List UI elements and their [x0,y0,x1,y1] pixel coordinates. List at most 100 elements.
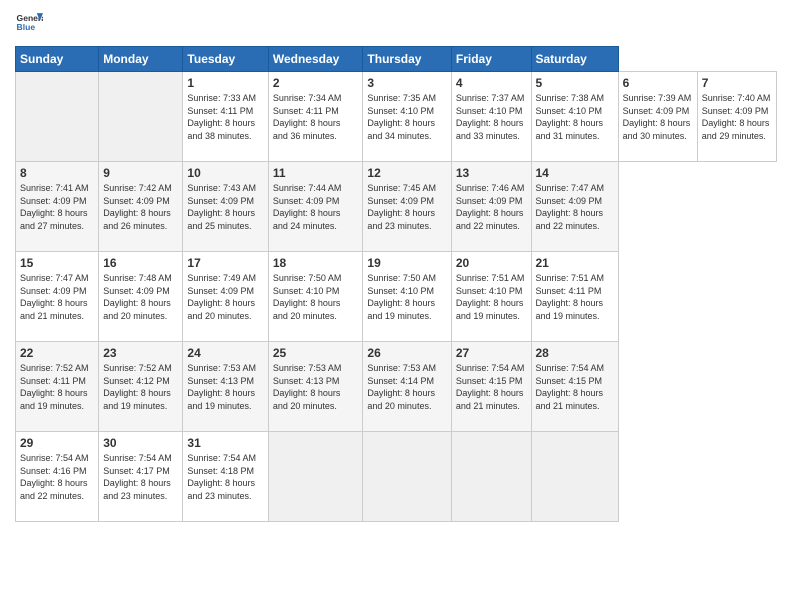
day-info: Sunrise: 7:54 AMSunset: 4:17 PMDaylight:… [103,452,178,502]
day-info: Sunrise: 7:54 AMSunset: 4:18 PMDaylight:… [187,452,263,502]
day-number: 16 [103,256,178,270]
day-info: Sunrise: 7:37 AMSunset: 4:10 PMDaylight:… [456,92,527,142]
day-info: Sunrise: 7:41 AMSunset: 4:09 PMDaylight:… [20,182,94,232]
day-info: Sunrise: 7:54 AMSunset: 4:15 PMDaylight:… [456,362,527,412]
day-cell [99,72,183,162]
day-cell [531,432,618,522]
day-cell: 20Sunrise: 7:51 AMSunset: 4:10 PMDayligh… [451,252,531,342]
day-number: 24 [187,346,263,360]
day-cell: 8 Sunrise: 7:41 AMSunset: 4:09 PMDaylight… [16,162,99,252]
day-number: 19 [367,256,446,270]
day-number: 30 [103,436,178,450]
day-number: 18 [273,256,359,270]
day-info: Sunrise: 7:45 AMSunset: 4:09 PMDaylight:… [367,182,446,232]
day-info: Sunrise: 7:52 AMSunset: 4:12 PMDaylight:… [103,362,178,412]
week-row-3: 15Sunrise: 7:47 AMSunset: 4:09 PMDayligh… [16,252,777,342]
day-info: Sunrise: 7:48 AMSunset: 4:09 PMDaylight:… [103,272,178,322]
weekday-header-thursday: Thursday [363,47,451,72]
day-number: 23 [103,346,178,360]
week-row-1: 1 Sunrise: 7:33 AMSunset: 4:11 PMDaylight… [16,72,777,162]
day-cell [268,432,363,522]
day-cell: 18 Sunrise: 7:50 AMSunset: 4:10 PMDayligh… [268,252,363,342]
page-container: General Blue SundayMondayTuesdayWednesda… [0,0,792,612]
day-info: Sunrise: 7:53 AMSunset: 4:14 PMDaylight:… [367,362,446,412]
weekday-header-wednesday: Wednesday [268,47,363,72]
day-number: 28 [536,346,614,360]
day-number: 2 [273,76,359,90]
day-number: 26 [367,346,446,360]
day-cell: 11 Sunrise: 7:44 AMSunset: 4:09 PMDayligh… [268,162,363,252]
day-info: Sunrise: 7:50 AMSunset: 4:10 PMDaylight:… [273,272,359,322]
day-number: 27 [456,346,527,360]
day-info: Sunrise: 7:39 AMSunset: 4:09 PMDaylight:… [623,92,693,142]
logo: General Blue [15,10,43,38]
day-cell: 30 Sunrise: 7:54 AMSunset: 4:17 PMDayligh… [99,432,183,522]
day-cell: 19Sunrise: 7:50 AMSunset: 4:10 PMDayligh… [363,252,451,342]
day-info: Sunrise: 7:42 AMSunset: 4:09 PMDaylight:… [103,182,178,232]
day-cell: 23 Sunrise: 7:52 AMSunset: 4:12 PMDayligh… [99,342,183,432]
day-cell: 25Sunrise: 7:53 AMSunset: 4:13 PMDayligh… [268,342,363,432]
day-cell [16,72,99,162]
day-number: 14 [536,166,614,180]
day-info: Sunrise: 7:33 AMSunset: 4:11 PMDaylight:… [187,92,263,142]
day-info: Sunrise: 7:40 AMSunset: 4:09 PMDaylight:… [702,92,772,142]
day-number: 25 [273,346,359,360]
day-info: Sunrise: 7:34 AMSunset: 4:11 PMDaylight:… [273,92,359,142]
day-cell: 2 Sunrise: 7:34 AMSunset: 4:11 PMDaylight… [268,72,363,162]
day-info: Sunrise: 7:47 AMSunset: 4:09 PMDaylight:… [536,182,614,232]
day-info: Sunrise: 7:52 AMSunset: 4:11 PMDaylight:… [20,362,94,412]
day-info: Sunrise: 7:53 AMSunset: 4:13 PMDaylight:… [187,362,263,412]
day-info: Sunrise: 7:43 AMSunset: 4:09 PMDaylight:… [187,182,263,232]
day-cell: 9 Sunrise: 7:42 AMSunset: 4:09 PMDaylight… [99,162,183,252]
day-number: 1 [187,76,263,90]
day-cell: 28 Sunrise: 7:54 AMSunset: 4:15 PMDayligh… [531,342,618,432]
day-info: Sunrise: 7:51 AMSunset: 4:10 PMDaylight:… [456,272,527,322]
day-number: 10 [187,166,263,180]
day-cell [363,432,451,522]
day-cell: 31 Sunrise: 7:54 AMSunset: 4:18 PMDayligh… [183,432,268,522]
day-cell: 26 Sunrise: 7:53 AMSunset: 4:14 PMDayligh… [363,342,451,432]
week-row-4: 22Sunrise: 7:52 AMSunset: 4:11 PMDayligh… [16,342,777,432]
weekday-header-monday: Monday [99,47,183,72]
day-number: 3 [367,76,446,90]
day-number: 29 [20,436,94,450]
day-info: Sunrise: 7:54 AMSunset: 4:15 PMDaylight:… [536,362,614,412]
day-info: Sunrise: 7:54 AMSunset: 4:16 PMDaylight:… [20,452,94,502]
header-row: General Blue [15,10,777,38]
day-cell: 6 Sunrise: 7:39 AMSunset: 4:09 PMDaylight… [618,72,697,162]
day-number: 7 [702,76,772,90]
day-info: Sunrise: 7:38 AMSunset: 4:10 PMDaylight:… [536,92,614,142]
day-cell: 10 Sunrise: 7:43 AMSunset: 4:09 PMDayligh… [183,162,268,252]
day-cell: 12Sunrise: 7:45 AMSunset: 4:09 PMDayligh… [363,162,451,252]
day-number: 6 [623,76,693,90]
day-cell: 7 Sunrise: 7:40 AMSunset: 4:09 PMDaylight… [697,72,776,162]
weekday-header-row: SundayMondayTuesdayWednesdayThursdayFrid… [16,47,777,72]
day-cell: 16 Sunrise: 7:48 AMSunset: 4:09 PMDayligh… [99,252,183,342]
day-cell: 15Sunrise: 7:47 AMSunset: 4:09 PMDayligh… [16,252,99,342]
day-info: Sunrise: 7:44 AMSunset: 4:09 PMDaylight:… [273,182,359,232]
week-row-2: 8 Sunrise: 7:41 AMSunset: 4:09 PMDaylight… [16,162,777,252]
day-number: 31 [187,436,263,450]
week-row-5: 29 Sunrise: 7:54 AMSunset: 4:16 PMDayligh… [16,432,777,522]
day-cell [451,432,531,522]
day-cell: 13Sunrise: 7:46 AMSunset: 4:09 PMDayligh… [451,162,531,252]
day-cell: 5 Sunrise: 7:38 AMSunset: 4:10 PMDaylight… [531,72,618,162]
day-cell: 17 Sunrise: 7:49 AMSunset: 4:09 PMDayligh… [183,252,268,342]
day-number: 4 [456,76,527,90]
logo-icon: General Blue [15,10,43,38]
day-number: 11 [273,166,359,180]
day-cell: 4 Sunrise: 7:37 AMSunset: 4:10 PMDaylight… [451,72,531,162]
day-number: 5 [536,76,614,90]
weekday-header-friday: Friday [451,47,531,72]
day-number: 17 [187,256,263,270]
day-cell: 29 Sunrise: 7:54 AMSunset: 4:16 PMDayligh… [16,432,99,522]
day-info: Sunrise: 7:49 AMSunset: 4:09 PMDaylight:… [187,272,263,322]
weekday-header-tuesday: Tuesday [183,47,268,72]
day-number: 9 [103,166,178,180]
weekday-header-sunday: Sunday [16,47,99,72]
day-cell: 27 Sunrise: 7:54 AMSunset: 4:15 PMDayligh… [451,342,531,432]
day-number: 8 [20,166,94,180]
day-number: 13 [456,166,527,180]
day-cell: 22Sunrise: 7:52 AMSunset: 4:11 PMDayligh… [16,342,99,432]
day-info: Sunrise: 7:47 AMSunset: 4:09 PMDaylight:… [20,272,94,322]
